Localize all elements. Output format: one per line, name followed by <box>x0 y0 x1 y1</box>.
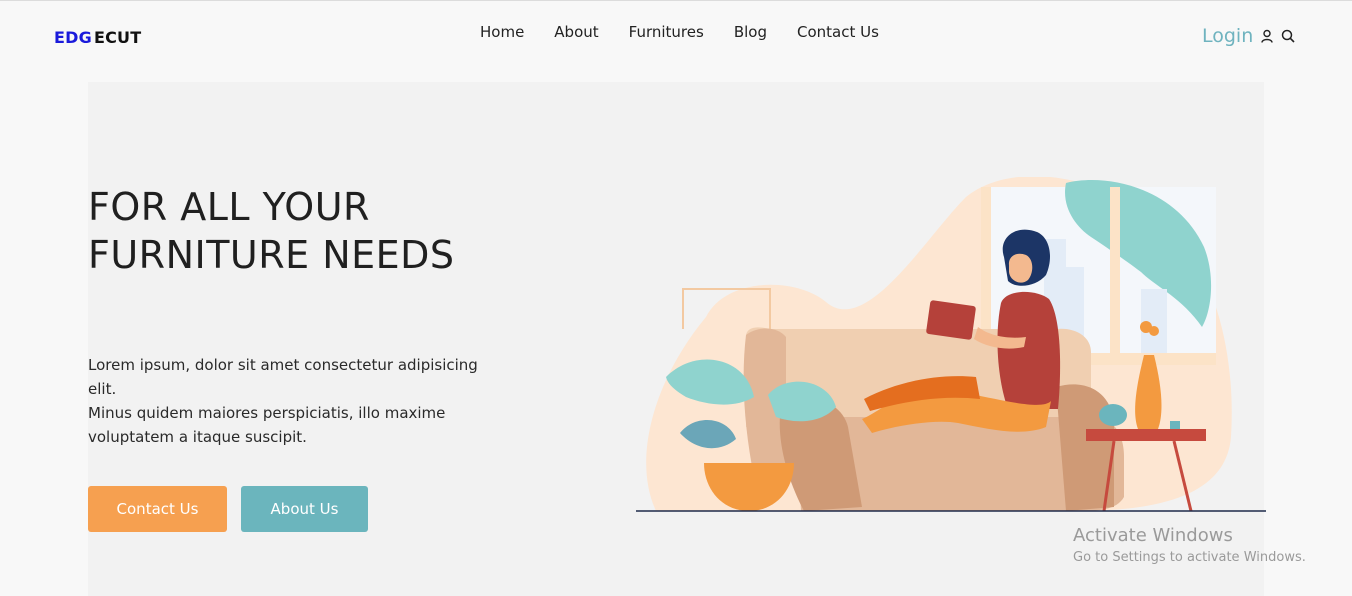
hero-description-line-2: Minus quidem maiores perspiciatis, illo … <box>88 404 446 446</box>
woman-body <box>997 291 1061 409</box>
hero-illustration <box>636 177 1266 512</box>
hero-headline: FOR ALL YOUR FURNITURE NEEDS <box>88 185 455 277</box>
logo[interactable]: EDG ECUT <box>54 28 141 47</box>
login-area: Login <box>1202 25 1295 47</box>
navbar: EDG ECUT Home About Furnitures Blog Conta… <box>0 1 1352 73</box>
side-table-top <box>1086 429 1206 441</box>
logo-part-1: EDG <box>54 28 92 47</box>
logo-part-2: ECUT <box>93 28 142 47</box>
watermark-title: Activate Windows <box>1073 525 1233 546</box>
teacup <box>1170 421 1180 429</box>
nav-link-contact-us[interactable]: Contact Us <box>797 23 879 41</box>
login-link[interactable]: Login <box>1202 25 1253 47</box>
nav-link-home[interactable]: Home <box>480 23 524 41</box>
window-frame-mid <box>1110 187 1120 359</box>
windows-activation-watermark: Activate Windows Go to Settings to activ… <box>1073 524 1306 568</box>
user-icon[interactable] <box>1260 29 1274 43</box>
hero-description-line-1: Lorem ipsum, dolor sit amet consectetur … <box>88 356 478 398</box>
hero-description: Lorem ipsum, dolor sit amet consectetur … <box>88 353 488 449</box>
contact-us-button[interactable]: Contact Us <box>88 486 227 532</box>
search-icon[interactable] <box>1281 29 1295 43</box>
nav-link-about[interactable]: About <box>554 23 598 41</box>
about-us-button[interactable]: About Us <box>241 486 368 532</box>
nav-link-blog[interactable]: Blog <box>734 23 767 41</box>
flower-2 <box>1149 326 1159 336</box>
woman-face <box>1008 253 1033 283</box>
tablet <box>926 300 976 340</box>
nav-links: Home About Furnitures Blog Contact Us <box>480 23 909 41</box>
watermark-subtitle: Go to Settings to activate Windows. <box>1073 550 1306 565</box>
nav-link-furnitures[interactable]: Furnitures <box>629 23 704 41</box>
teapot <box>1099 404 1127 426</box>
